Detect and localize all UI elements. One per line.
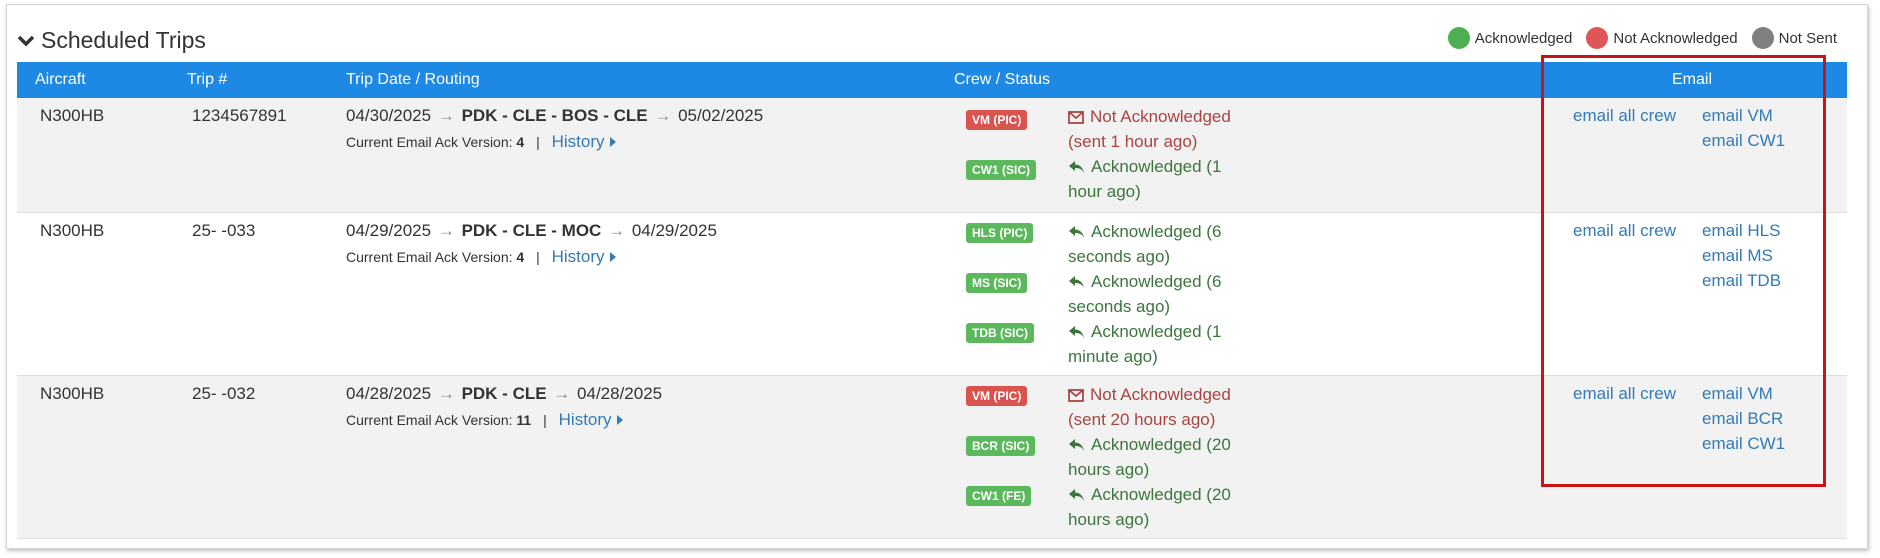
- ack-version-value: 4: [516, 134, 525, 150]
- crew-status: Acknowledged (6 seconds ago): [1068, 269, 1258, 319]
- reply-icon: [1069, 489, 1084, 501]
- crew-status: Acknowledged (20 hours ago): [1068, 432, 1258, 482]
- arrow-right-icon: →: [437, 384, 455, 403]
- legend-acknowledged: Acknowledged: [1447, 27, 1573, 49]
- ack-version-value: 4: [516, 249, 525, 265]
- route: PDK - CLE - MOC: [461, 221, 602, 240]
- arrow-right-icon: →: [437, 106, 455, 125]
- separator: |: [536, 249, 540, 265]
- not-sent-dot-icon: [1751, 27, 1774, 49]
- envelope-icon: [1068, 111, 1084, 124]
- status-legend: Acknowledged Not Acknowledged Not Sent: [1434, 27, 1837, 49]
- arrow-right-icon: →: [654, 106, 672, 125]
- routing-cell: 04/28/2025 → PDK - CLE → 04/28/2025 Curr…: [346, 384, 662, 430]
- crew-status-text: Acknowledged (1 hour ago): [1068, 157, 1222, 201]
- column-header-crew-status: Crew / Status: [954, 71, 1051, 88]
- trip-number-cell: 1234567891: [192, 106, 287, 125]
- history-label: History: [558, 410, 612, 429]
- legend-label: Acknowledged: [1474, 29, 1573, 47]
- crew-badge: CW1 (SIC): [966, 160, 1036, 180]
- crew-badge: VM (PIC): [966, 110, 1028, 130]
- crew-status-text: Acknowledged (20 hours ago): [1068, 485, 1231, 529]
- section-title: Scheduled Trips: [41, 27, 206, 53]
- crew-status: Not Acknowledged (sent 20 hours ago): [1068, 382, 1258, 432]
- reply-icon: [1069, 439, 1084, 451]
- legend-not-acknowledged: Not Acknowledged: [1586, 27, 1738, 49]
- start-date: 04/28/2025: [346, 384, 432, 403]
- reply-icon: [1069, 326, 1084, 338]
- aircraft-cell: N300HB: [40, 221, 105, 240]
- scheduled-trips-panel: Scheduled Trips Acknowledged Not Acknowl…: [6, 4, 1868, 549]
- section-header[interactable]: Scheduled Trips: [17, 27, 206, 54]
- reply-icon: [1069, 226, 1084, 238]
- ack-version-value: 11: [516, 412, 532, 428]
- column-header-trip: Trip #: [187, 71, 228, 88]
- history-label: History: [551, 132, 605, 151]
- caret-right-icon: [609, 137, 616, 147]
- ack-version-label: Current Email Ack Version:: [346, 134, 513, 150]
- acknowledged-dot-icon: [1447, 27, 1470, 49]
- column-header-aircraft: Aircraft: [35, 71, 86, 88]
- crew-status: Acknowledged (1 hour ago): [1068, 154, 1258, 204]
- caret-right-icon: [609, 252, 616, 262]
- crew-status-text: Acknowledged (1 minute ago): [1068, 322, 1222, 366]
- arrow-right-icon: →: [437, 221, 455, 240]
- end-date: 04/29/2025: [631, 221, 717, 240]
- crew-badge: HLS (PIC): [966, 223, 1034, 243]
- history-link[interactable]: History: [552, 132, 616, 151]
- end-date: 05/02/2025: [678, 106, 764, 125]
- column-header-routing: Trip Date / Routing: [346, 71, 480, 88]
- aircraft-cell: N300HB: [40, 384, 105, 403]
- start-date: 04/29/2025: [346, 221, 432, 240]
- trip-number-cell: 25- -033: [192, 221, 256, 240]
- reply-icon: [1069, 161, 1084, 173]
- crew-badge: VM (PIC): [966, 386, 1028, 406]
- history-link[interactable]: History: [552, 247, 616, 266]
- chevron-down-icon[interactable]: [17, 32, 35, 50]
- crew-badge: MS (SIC): [966, 273, 1028, 293]
- crew-status: Not Acknowledged (sent 1 hour ago): [1068, 104, 1258, 154]
- legend-not-sent: Not Sent: [1751, 27, 1837, 49]
- crew-badge: CW1 (FE): [966, 486, 1032, 506]
- not-acknowledged-dot-icon: [1586, 27, 1609, 49]
- history-link[interactable]: History: [559, 410, 623, 429]
- legend-label: Not Sent: [1778, 29, 1837, 47]
- reply-icon: [1069, 276, 1084, 288]
- crew-status-text: Not Acknowledged (sent 1 hour ago): [1068, 107, 1231, 151]
- caret-right-icon: [616, 415, 623, 425]
- route: PDK - CLE - BOS - CLE: [461, 106, 648, 125]
- arrow-right-icon: →: [553, 384, 571, 403]
- crew-status-text: Acknowledged (6 seconds ago): [1068, 222, 1222, 266]
- arrow-right-icon: →: [608, 221, 626, 240]
- crew-badge: TDB (SIC): [966, 323, 1034, 343]
- crew-status: Acknowledged (20 hours ago): [1068, 482, 1258, 532]
- history-label: History: [551, 247, 605, 266]
- end-date: 04/28/2025: [577, 384, 663, 403]
- crew-badge: BCR (SIC): [966, 436, 1036, 456]
- separator: |: [536, 134, 540, 150]
- trip-number-cell: 25- -032: [192, 384, 256, 403]
- routing-cell: 04/30/2025 → PDK - CLE - BOS - CLE → 05/…: [346, 106, 763, 152]
- routing-cell: 04/29/2025 → PDK - CLE - MOC → 04/29/202…: [346, 221, 717, 267]
- ack-version-label: Current Email Ack Version:: [346, 249, 513, 265]
- legend-label: Not Acknowledged: [1613, 29, 1738, 47]
- ack-version-label: Current Email Ack Version:: [346, 412, 513, 428]
- route: PDK - CLE: [461, 384, 547, 403]
- start-date: 04/30/2025: [346, 106, 432, 125]
- crew-status: Acknowledged (6 seconds ago): [1068, 219, 1258, 269]
- separator: |: [543, 412, 547, 428]
- envelope-icon: [1068, 389, 1084, 402]
- crew-status-text: Acknowledged (20 hours ago): [1068, 435, 1231, 479]
- crew-status: Acknowledged (1 minute ago): [1068, 319, 1258, 369]
- crew-status-text: Not Acknowledged (sent 20 hours ago): [1068, 385, 1231, 429]
- crew-status-text: Acknowledged (6 seconds ago): [1068, 272, 1222, 316]
- email-column-highlight: [1541, 55, 1826, 487]
- aircraft-cell: N300HB: [40, 106, 105, 125]
